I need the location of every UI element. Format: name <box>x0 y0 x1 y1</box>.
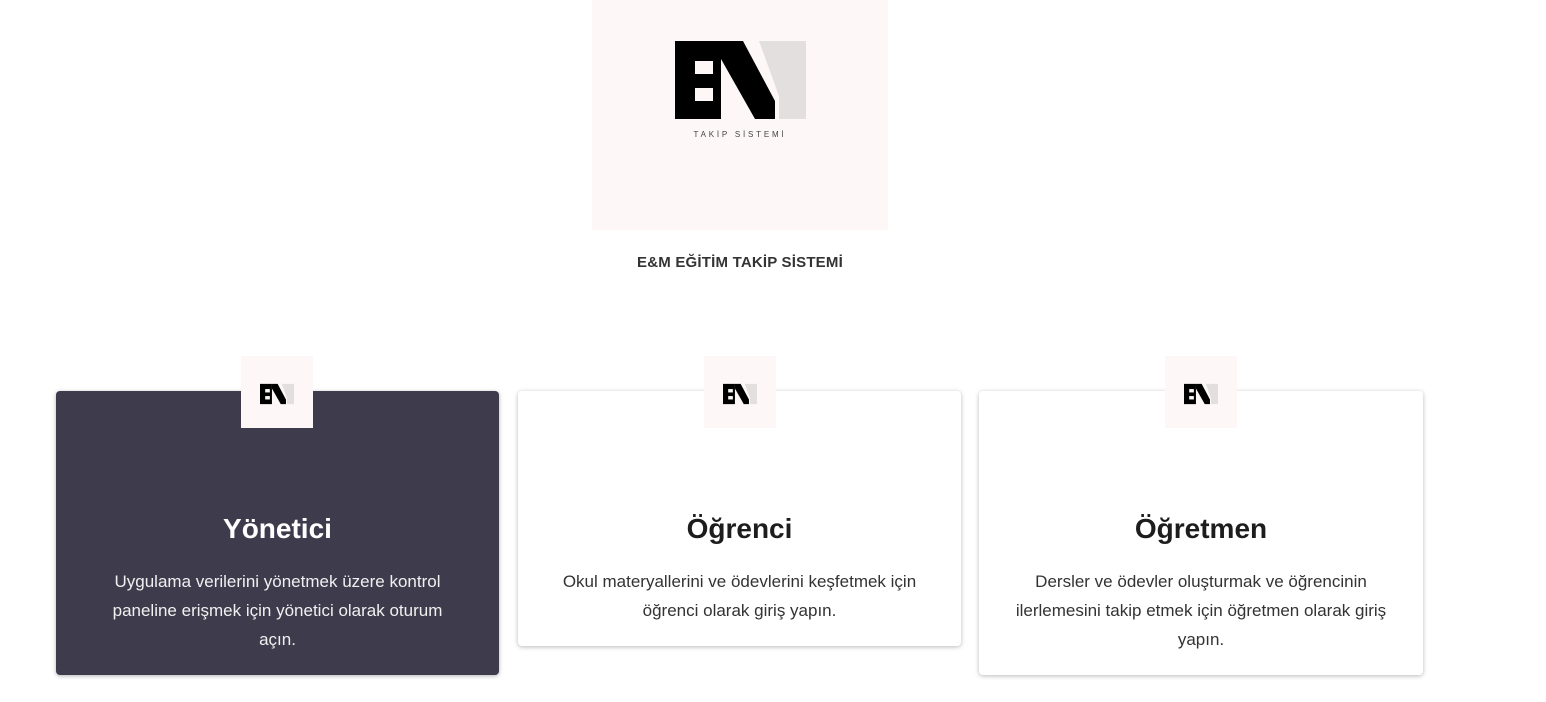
page-title: E&M EĞİTİM TAKİP SİSTEMİ <box>637 254 843 271</box>
card-logo <box>1165 356 1237 428</box>
em-logo-icon <box>1184 383 1218 405</box>
role-card-student[interactable]: Öğrenci Okul materyallerini ve ödevlerin… <box>518 391 961 646</box>
card-title: Öğrenci <box>686 513 793 544</box>
role-card-admin[interactable]: Yönetici Uygulama verilerini yönetmek üz… <box>56 391 499 675</box>
card-description: Uygulama verilerini yönetmek üzere kontr… <box>112 572 443 649</box>
hero-logo: TAKİP SİSTEMİ <box>592 0 888 230</box>
logo-tagline: TAKİP SİSTEMİ <box>693 130 787 139</box>
card-logo <box>241 356 313 428</box>
card-logo <box>704 356 776 428</box>
role-card-teacher[interactable]: Öğretmen Dersler ve ödevler oluşturmak v… <box>979 391 1423 675</box>
em-logo-icon <box>723 383 757 405</box>
card-description: Okul materyallerini ve ödevlerini keşfet… <box>562 572 917 620</box>
card-description: Dersler ve ödevler oluşturmak ve öğrenci… <box>1015 572 1387 649</box>
em-logo-icon <box>675 41 806 119</box>
card-title: Öğretmen <box>1134 513 1268 544</box>
card-title: Yönetici <box>223 513 332 544</box>
em-logo-icon <box>260 383 294 405</box>
